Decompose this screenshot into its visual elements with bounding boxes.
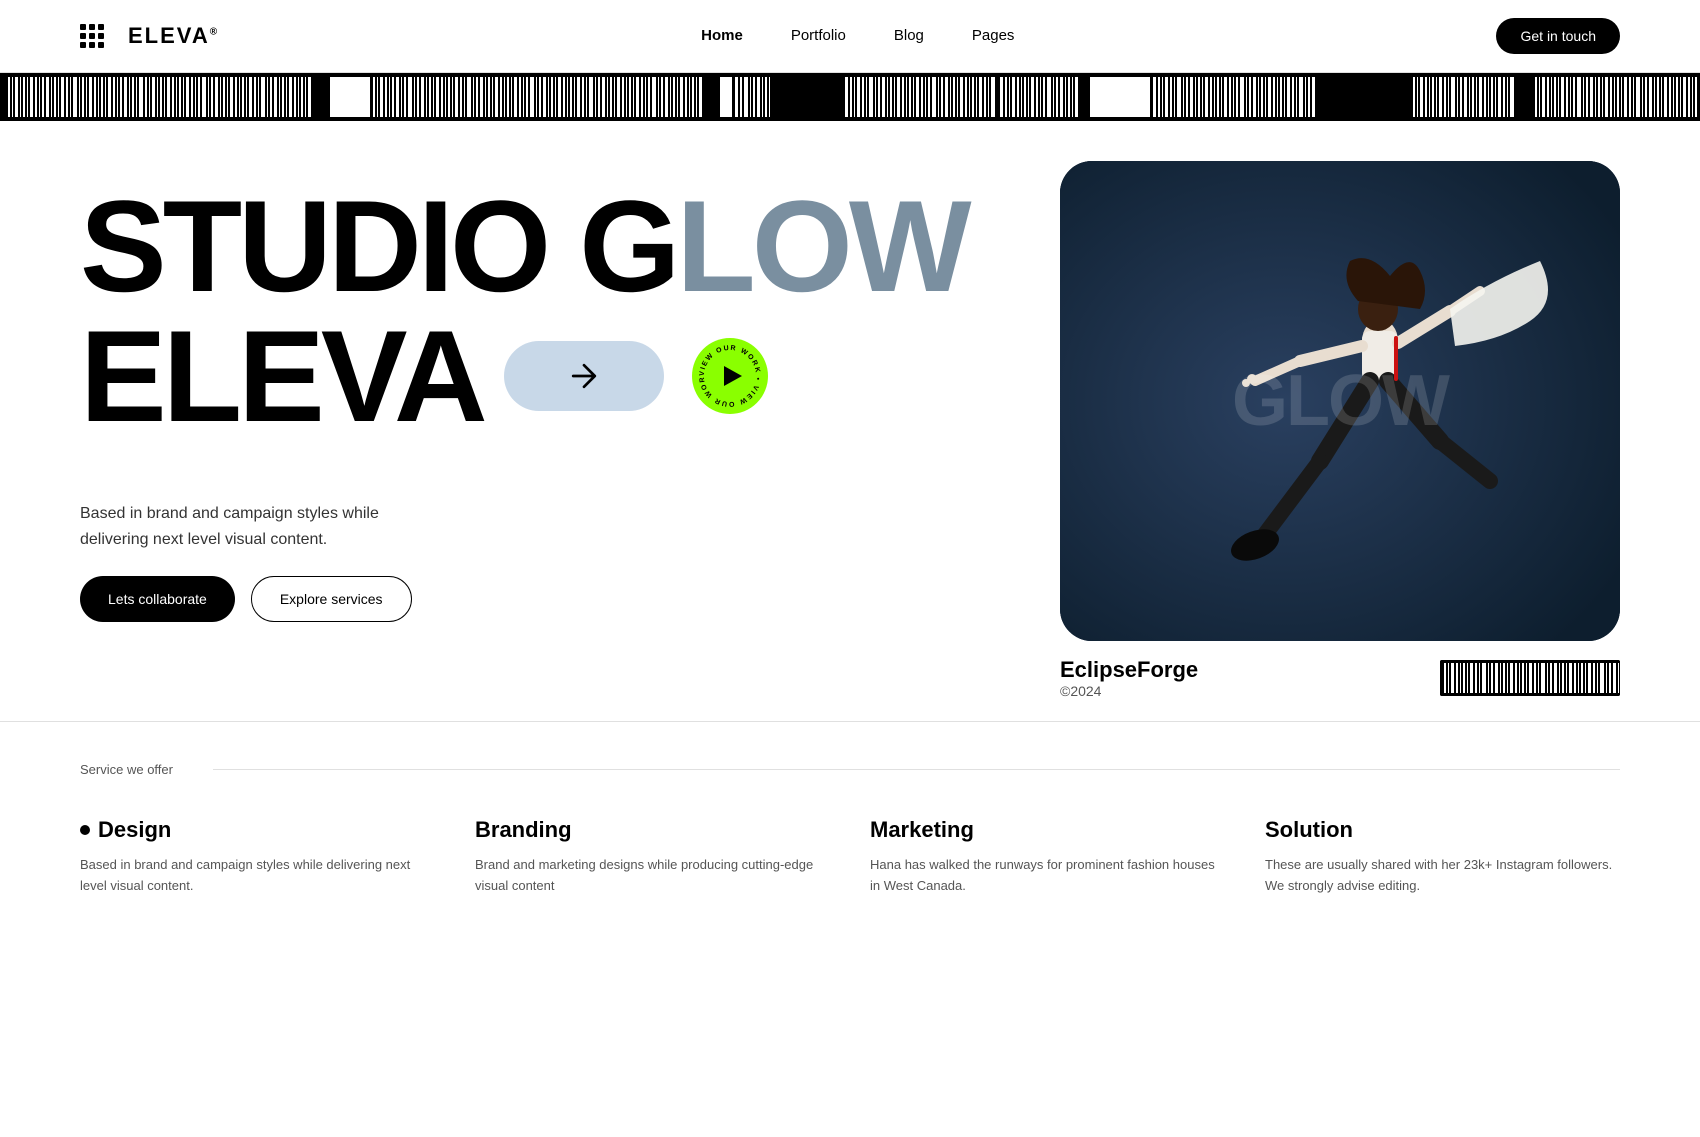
service-item-solution: Solution These are usually shared with h…	[1265, 817, 1620, 897]
service-title-design: Design	[80, 817, 435, 843]
caption-year: ©2024	[1060, 683, 1198, 699]
service-bullet-design	[80, 825, 90, 835]
play-badge-circle[interactable]: VIEW OUR WORK • VIEW OUR WORK •	[692, 338, 768, 414]
service-title-solution: Solution	[1265, 817, 1620, 843]
services-button[interactable]: Explore services	[251, 576, 412, 622]
navbar: ELEVA® Home Portfolio Blog Pages Get in …	[0, 0, 1700, 73]
title-studio: STUDIO G	[80, 181, 676, 311]
play-badge[interactable]: VIEW OUR WORK • VIEW OUR WORK •	[692, 338, 768, 414]
navbar-left: ELEVA®	[80, 23, 219, 49]
services-label: Service we offer	[80, 762, 173, 777]
grid-icon[interactable]	[80, 24, 104, 48]
nav-pages[interactable]: Pages	[972, 27, 1015, 44]
service-desc-branding: Brand and marketing designs while produc…	[475, 855, 830, 897]
nav-links: Home Portfolio Blog Pages	[701, 27, 1014, 45]
service-desc-solution: These are usually shared with her 23k+ I…	[1265, 855, 1620, 897]
services-section: Service we offer Design Based in brand a…	[0, 721, 1700, 957]
service-title-branding: Branding	[475, 817, 830, 843]
service-item-branding: Branding Brand and marketing designs whi…	[475, 817, 830, 897]
arrow-button[interactable]	[504, 341, 664, 411]
services-grid: Design Based in brand and campaign style…	[80, 817, 1620, 897]
nav-portfolio[interactable]: Portfolio	[791, 27, 846, 44]
logo: ELEVA®	[128, 23, 219, 49]
hero-description: Based in brand and campaign styles while…	[80, 501, 420, 552]
service-title-marketing: Marketing	[870, 817, 1225, 843]
title-eleva: ELEVA	[80, 311, 484, 441]
services-divider	[213, 769, 1620, 770]
hero-left: STUDIO GLOW ELEVA	[80, 181, 1620, 681]
service-item-design: Design Based in brand and campaign style…	[80, 817, 435, 897]
hero-title-line2: ELEVA	[80, 311, 1620, 441]
service-desc-marketing: Hana has walked the runways for prominen…	[870, 855, 1225, 897]
barcode-svg: // We'll do this with inline SVG rects i…	[0, 73, 1700, 121]
hero-section: STUDIO GLOW ELEVA	[0, 121, 1700, 721]
title-low: LOW	[676, 181, 967, 311]
hero-buttons: Lets collaborate Explore services	[80, 576, 1620, 622]
barcode-strip: // We'll do this with inline SVG rects i…	[0, 73, 1700, 121]
contact-button[interactable]: Get in touch	[1496, 18, 1620, 54]
nav-home[interactable]: Home	[701, 27, 743, 44]
hero-title-line1: STUDIO GLOW	[80, 181, 1620, 311]
nav-blog[interactable]: Blog	[894, 27, 924, 44]
service-item-marketing: Marketing Hana has walked the runways fo…	[870, 817, 1225, 897]
service-desc-design: Based in brand and campaign styles while…	[80, 855, 435, 897]
services-header: Service we offer	[80, 762, 1620, 777]
collaborate-button[interactable]: Lets collaborate	[80, 576, 235, 622]
hero-title-area: STUDIO GLOW ELEVA	[80, 181, 1620, 441]
